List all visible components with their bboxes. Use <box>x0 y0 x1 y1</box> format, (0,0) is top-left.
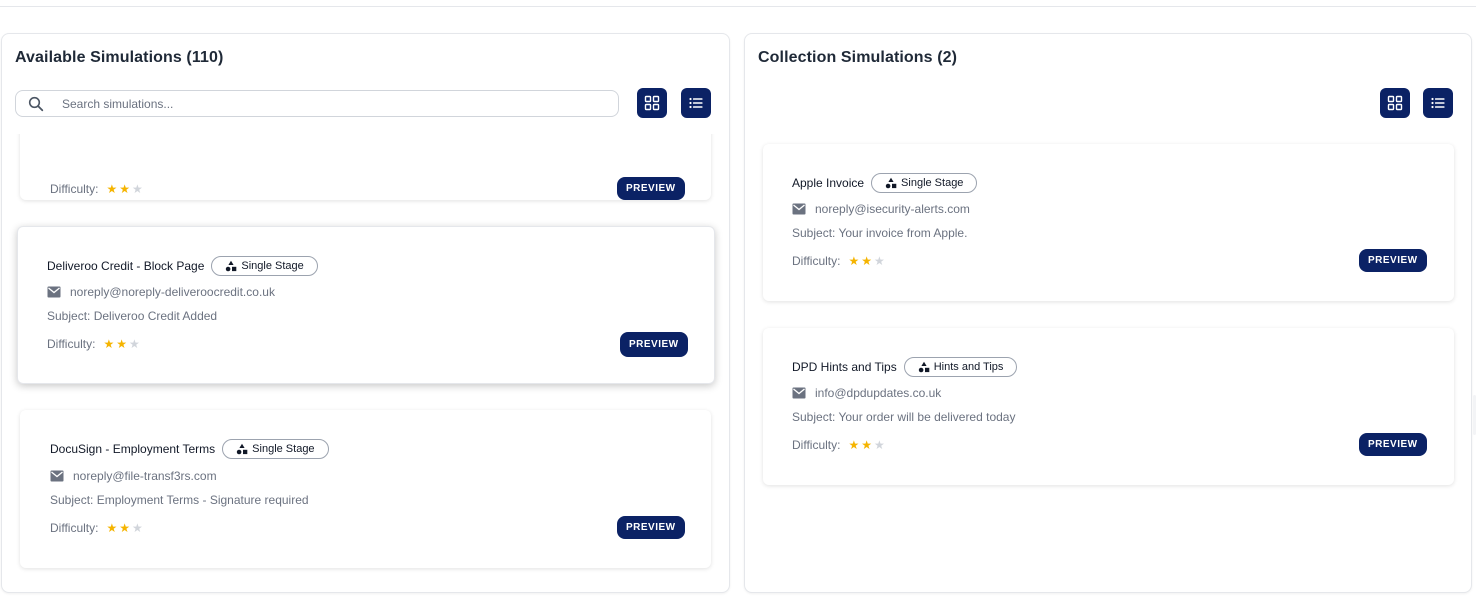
shapes-icon <box>226 260 237 272</box>
difficulty-row: Difficulty: ★ ★ ★ <box>792 254 885 268</box>
difficulty-stars: ★ ★ ★ <box>106 183 142 195</box>
star-icon: ★ <box>106 521 118 535</box>
preview-button[interactable]: PREVIEW <box>617 177 685 200</box>
simulation-name: Apple Invoice <box>792 176 865 190</box>
sender-row: noreply@file-transf3rs.com <box>50 469 217 483</box>
simulation-name: DPD Hints and Tips <box>792 360 897 374</box>
card-title-row: DPD Hints and Tips Hints and Tips <box>792 357 1018 377</box>
sender-row: noreply@isecurity-alerts.com <box>792 202 970 216</box>
difficulty-row: Difficulty: ★ ★ ★ <box>50 182 143 196</box>
star-icon: ★ <box>106 182 118 196</box>
preview-button[interactable]: PREVIEW <box>617 516 685 539</box>
shapes-icon <box>885 177 897 189</box>
stage-badge-label: Single Stage <box>241 260 304 272</box>
card-title-row: DocuSign - Employment Terms Single Stage <box>50 439 329 459</box>
sender-row: info@dpdupdates.co.uk <box>792 386 941 400</box>
list-view-icon <box>1431 97 1445 109</box>
card-title-row: Deliveroo Credit - Block Page Single Sta… <box>47 256 318 276</box>
star-icon: ★ <box>132 521 143 535</box>
difficulty-label: Difficulty: <box>792 254 841 268</box>
star-icon: ★ <box>103 337 115 351</box>
card-title-row: Apple Invoice Single Stage <box>792 173 978 193</box>
collection-simulations-panel: Collection Simulations (2) Apple Invoice <box>744 33 1472 593</box>
difficulty-label: Difficulty: <box>50 182 99 196</box>
star-icon: ★ <box>132 182 143 196</box>
sender-email: info@dpdupdates.co.uk <box>815 386 942 400</box>
star-icon: ★ <box>129 337 140 351</box>
star-icon: ★ <box>116 337 127 351</box>
stage-badge: Hints and Tips <box>903 357 1018 377</box>
difficulty-stars: ★ ★ ★ <box>848 255 884 267</box>
grid-view-button[interactable] <box>637 88 667 118</box>
sender-row: noreply@noreply-deliveroocredit.co.uk <box>47 285 275 299</box>
shapes-icon <box>918 361 930 373</box>
simulation-name: DocuSign - Employment Terms <box>50 442 216 456</box>
difficulty-stars: ★ ★ ★ <box>848 439 884 451</box>
collection-simulations-list[interactable]: Apple Invoice Single Stage noreply@isecu… <box>745 134 1471 592</box>
star-icon: ★ <box>119 521 130 535</box>
sender-email: noreply@noreply-deliveroocredit.co.uk <box>70 285 275 299</box>
preview-button[interactable]: PREVIEW <box>1359 249 1427 272</box>
grid-view-button[interactable] <box>1380 88 1410 118</box>
list-view-icon <box>689 97 703 109</box>
collection-simulations-title: Collection Simulations (2) <box>758 49 958 66</box>
email-subject: Subject: Your invoice from Apple. <box>792 226 968 240</box>
stage-badge-label: Single Stage <box>901 177 964 189</box>
simulation-card: Difficulty: ★ ★ ★ PREVIEW <box>20 134 711 200</box>
preview-button[interactable]: PREVIEW <box>620 332 688 357</box>
search-input[interactable] <box>62 96 582 111</box>
available-simulations-title: Available Simulations (110) <box>15 49 224 66</box>
difficulty-label: Difficulty: <box>792 438 841 452</box>
stage-badge-label: Single Stage <box>252 443 315 455</box>
difficulty-stars: ★ ★ ★ <box>106 522 142 534</box>
search-box[interactable] <box>15 90 619 117</box>
shapes-icon <box>236 443 248 455</box>
envelope-icon <box>47 286 61 298</box>
star-icon: ★ <box>119 182 130 196</box>
available-simulations-list[interactable]: Difficulty: ★ ★ ★ PREVIEW Deliveroo Cred… <box>2 134 729 592</box>
top-divider <box>0 6 1476 7</box>
sender-email: noreply@isecurity-alerts.com <box>815 202 970 216</box>
grid-view-icon <box>1387 95 1403 111</box>
star-icon: ★ <box>861 254 872 268</box>
stage-badge: Single Stage <box>871 173 978 193</box>
stage-badge: Single Stage <box>222 439 329 459</box>
simulation-card[interactable]: DocuSign - Employment Terms Single Stage… <box>20 410 711 568</box>
difficulty-row: Difficulty: ★ ★ ★ <box>50 521 143 535</box>
list-view-button[interactable] <box>1423 88 1453 118</box>
envelope-icon <box>50 470 64 482</box>
email-subject: Subject: Employment Terms - Signature re… <box>50 493 309 507</box>
star-icon: ★ <box>861 438 872 452</box>
available-simulations-panel: Available Simulations (110) Difficulty: <box>1 33 730 593</box>
stage-badge: Single Stage <box>211 256 318 276</box>
difficulty-label: Difficulty: <box>50 521 99 535</box>
simulation-card[interactable]: Apple Invoice Single Stage noreply@isecu… <box>763 144 1454 301</box>
difficulty-label: Difficulty: <box>47 337 96 351</box>
sender-email: noreply@file-transf3rs.com <box>73 469 217 483</box>
star-icon: ★ <box>848 438 860 452</box>
simulation-card[interactable]: Deliveroo Credit - Block Page Single Sta… <box>17 226 715 384</box>
envelope-icon <box>792 387 806 399</box>
simulation-name: Deliveroo Credit - Block Page <box>47 259 205 273</box>
difficulty-stars: ★ ★ ★ <box>103 338 139 350</box>
star-icon: ★ <box>874 438 885 452</box>
stage-badge-label: Hints and Tips <box>933 361 1004 373</box>
star-icon: ★ <box>848 254 860 268</box>
difficulty-row: Difficulty: ★ ★ ★ <box>792 438 885 452</box>
preview-button[interactable]: PREVIEW <box>1359 433 1427 456</box>
search-icon <box>28 96 44 111</box>
list-view-button[interactable] <box>681 88 711 118</box>
difficulty-row: Difficulty: ★ ★ ★ <box>47 337 140 351</box>
email-subject: Subject: Your order will be delivered to… <box>792 410 1016 424</box>
grid-view-icon <box>644 95 660 111</box>
simulation-card[interactable]: DPD Hints and Tips Hints and Tips info@d… <box>763 328 1454 485</box>
star-icon: ★ <box>874 254 885 268</box>
email-subject: Subject: Deliveroo Credit Added <box>47 309 218 323</box>
envelope-icon <box>792 203 806 215</box>
